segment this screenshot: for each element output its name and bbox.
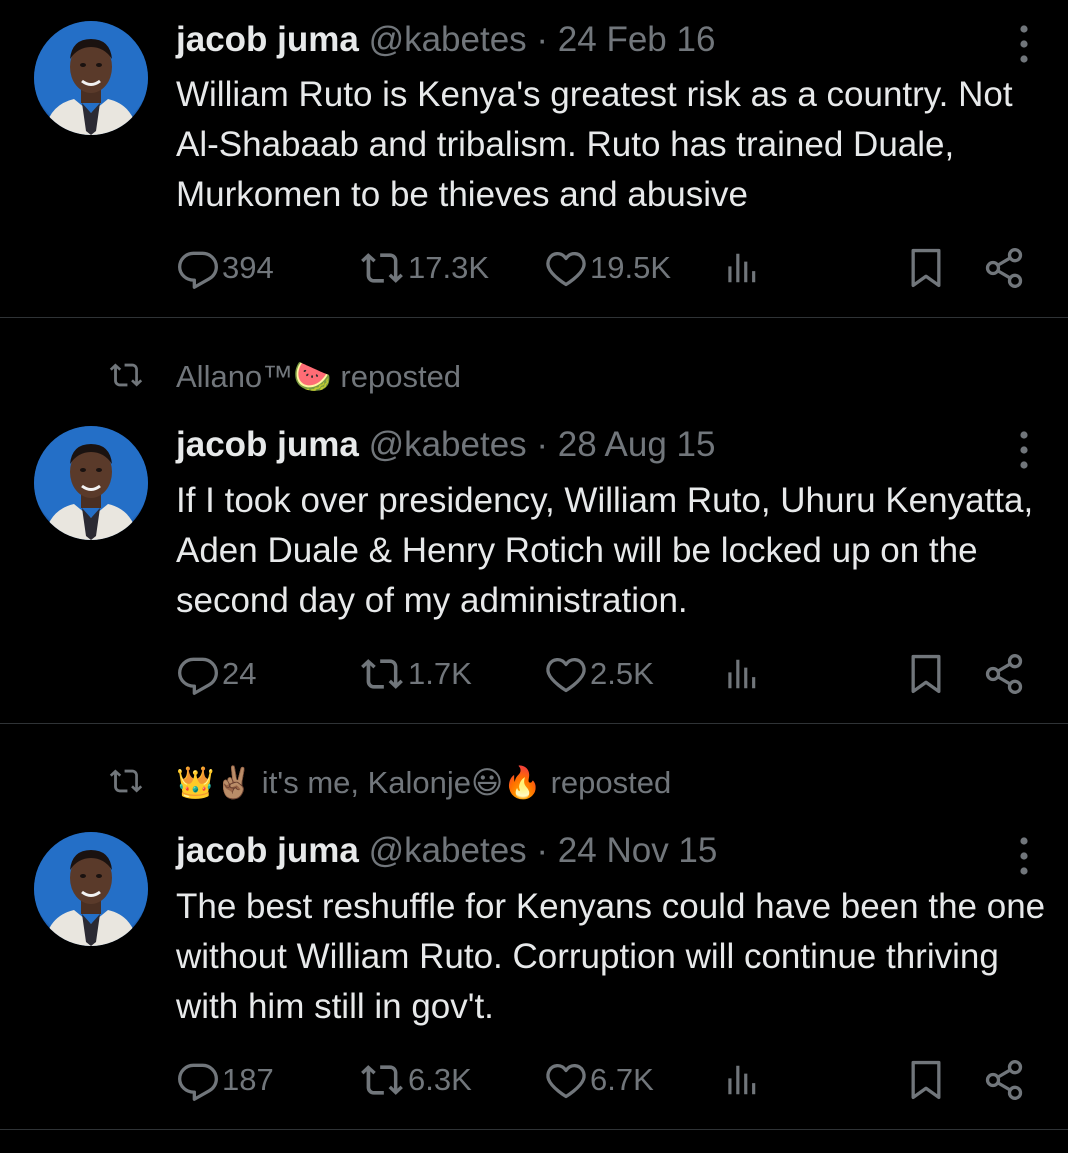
views-icon	[722, 1061, 760, 1099]
reply-button[interactable]: 24	[176, 650, 256, 698]
tweet[interactable]: 👑✌🏽 it's me, Kalonje😃🔥 reposted jacob ju…	[0, 724, 1068, 1130]
bookmark-icon	[904, 652, 948, 696]
repost-label: 👑✌🏽 it's me, Kalonje😃🔥 reposted	[176, 764, 671, 801]
repost-count: 6.3K	[408, 1062, 472, 1097]
repost-context: Allano™🍉 reposted	[0, 350, 1068, 400]
tweet-text: William Ruto is Kenya's greatest risk as…	[176, 75, 1013, 214]
bookmark-icon	[904, 246, 948, 290]
repost-button[interactable]: 6.3K	[358, 1056, 472, 1104]
bookmark-button[interactable]	[904, 650, 948, 698]
repost-icon	[358, 1058, 406, 1102]
tweet-header: jacob juma @kabetes · 24 Nov 15	[176, 831, 717, 871]
author-handle[interactable]: @kabetes	[369, 20, 527, 59]
avatar-photo	[34, 832, 148, 946]
reposter-name[interactable]: Allano™🍉	[176, 359, 332, 394]
reply-button[interactable]: 394	[176, 244, 274, 292]
repost-context-icon	[103, 764, 149, 798]
reposted-word: reposted	[340, 359, 462, 394]
reposter-name[interactable]: 👑✌🏽 it's me, Kalonje😃🔥	[176, 765, 542, 800]
author-name[interactable]: jacob juma	[176, 425, 359, 464]
tweet-actions: 394 17.3K 19.5K	[0, 244, 1068, 292]
reposted-word: reposted	[550, 765, 672, 800]
tweet-header: jacob juma @kabetes · 24 Feb 16	[176, 20, 715, 60]
repost-button[interactable]: 17.3K	[358, 244, 489, 292]
more-icon[interactable]	[1012, 22, 1036, 66]
bookmark-icon	[904, 1058, 948, 1102]
like-icon	[544, 652, 588, 696]
tweet-text: The best reshuffle for Kenyans could hav…	[176, 887, 1046, 1026]
more-icon[interactable]	[1012, 428, 1036, 472]
like-icon	[544, 1058, 588, 1102]
repost-icon	[358, 652, 406, 696]
reply-icon	[176, 1058, 220, 1102]
avatar[interactable]	[34, 832, 148, 946]
views-icon	[722, 249, 760, 287]
views-button[interactable]	[722, 650, 760, 698]
reply-count: 394	[222, 250, 274, 285]
repost-count: 1.7K	[408, 656, 472, 691]
repost-context: 👑✌🏽 it's me, Kalonje😃🔥 reposted	[0, 756, 1068, 806]
tweet-actions: 187 6.3K 6.7K	[0, 1056, 1068, 1104]
views-button[interactable]	[722, 1056, 760, 1104]
tweet-header: jacob juma @kabetes · 28 Aug 15	[176, 425, 715, 465]
author-handle[interactable]: @kabetes	[369, 425, 527, 464]
tweet[interactable]: jacob juma @kabetes · 24 Feb 16 William …	[0, 0, 1068, 318]
share-button[interactable]	[982, 650, 1026, 698]
tweet[interactable]: Allano™🍉 reposted jacob juma @kabetes · …	[0, 318, 1068, 724]
share-icon	[982, 246, 1026, 290]
repost-icon	[358, 246, 406, 290]
divider	[0, 1129, 1068, 1130]
author-name[interactable]: jacob juma	[176, 831, 359, 870]
avatar[interactable]	[34, 21, 148, 135]
views-icon	[722, 655, 760, 693]
repost-context-icon	[103, 358, 149, 392]
repost-count: 17.3K	[408, 250, 490, 285]
like-button[interactable]: 2.5K	[544, 650, 654, 698]
repost-button[interactable]: 1.7K	[358, 650, 472, 698]
avatar[interactable]	[34, 426, 148, 540]
tweet-text: If I took over presidency, William Ruto,…	[176, 481, 1034, 620]
avatar-photo	[34, 21, 148, 135]
share-button[interactable]	[982, 244, 1026, 292]
tweet-date[interactable]: · 24 Nov 15	[536, 831, 717, 870]
like-count: 19.5K	[590, 250, 672, 285]
author-handle[interactable]: @kabetes	[369, 831, 527, 870]
like-icon	[544, 246, 588, 290]
bookmark-button[interactable]	[904, 1056, 948, 1104]
repost-label: Allano™🍉 reposted	[176, 358, 461, 395]
share-icon	[982, 1058, 1026, 1102]
reply-count: 24	[222, 656, 257, 691]
reply-icon	[176, 652, 220, 696]
reply-icon	[176, 246, 220, 290]
like-count: 2.5K	[590, 656, 654, 691]
tweet-actions: 24 1.7K 2.5K	[0, 650, 1068, 698]
tweet-date[interactable]: · 28 Aug 15	[536, 425, 715, 464]
like-count: 6.7K	[590, 1062, 654, 1097]
reply-button[interactable]: 187	[176, 1056, 274, 1104]
bookmark-button[interactable]	[904, 244, 948, 292]
avatar-photo	[34, 426, 148, 540]
reply-count: 187	[222, 1062, 274, 1097]
share-icon	[982, 652, 1026, 696]
like-button[interactable]: 6.7K	[544, 1056, 654, 1104]
views-button[interactable]	[722, 244, 760, 292]
tweet-date[interactable]: · 24 Feb 16	[536, 20, 715, 59]
share-button[interactable]	[982, 1056, 1026, 1104]
like-button[interactable]: 19.5K	[544, 244, 671, 292]
more-icon[interactable]	[1012, 834, 1036, 878]
author-name[interactable]: jacob juma	[176, 20, 359, 59]
